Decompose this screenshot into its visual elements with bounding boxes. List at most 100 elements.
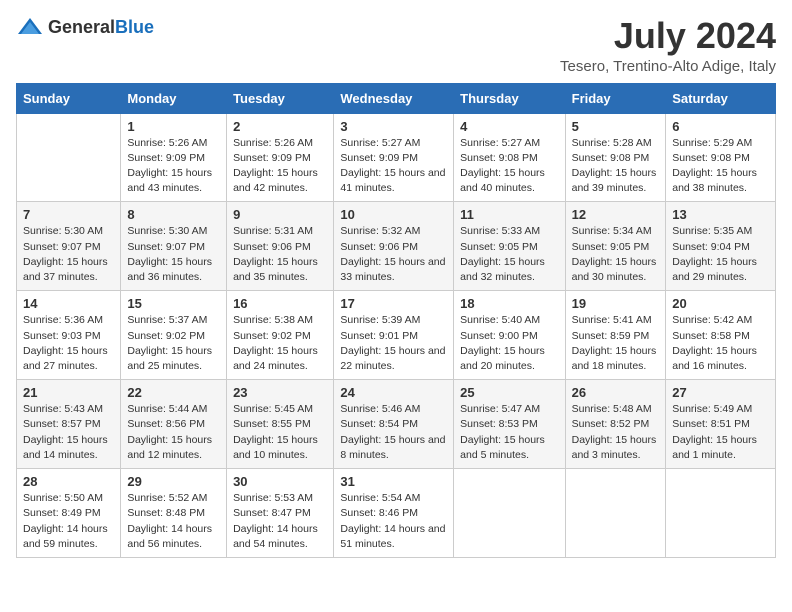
day-info: Sunrise: 5:29 AMSunset: 9:08 PMDaylight:… bbox=[672, 136, 769, 197]
day-info: Sunrise: 5:31 AMSunset: 9:06 PMDaylight:… bbox=[233, 224, 327, 285]
calendar-cell: 3 Sunrise: 5:27 AMSunset: 9:09 PMDaylight… bbox=[334, 113, 454, 202]
calendar-cell: 27Sunrise: 5:49 AMSunset: 8:51 PMDayligh… bbox=[666, 380, 776, 469]
calendar-cell: 5 Sunrise: 5:28 AMSunset: 9:08 PMDaylight… bbox=[565, 113, 666, 202]
day-info: Sunrise: 5:50 AMSunset: 8:49 PMDaylight:… bbox=[23, 491, 114, 552]
day-info: Sunrise: 5:37 AMSunset: 9:02 PMDaylight:… bbox=[127, 313, 220, 374]
day-info: Sunrise: 5:32 AMSunset: 9:06 PMDaylight:… bbox=[340, 224, 447, 285]
day-number: 30 bbox=[233, 474, 327, 489]
day-info: Sunrise: 5:26 AMSunset: 9:09 PMDaylight:… bbox=[127, 136, 220, 197]
calendar-cell: 17Sunrise: 5:39 AMSunset: 9:01 PMDayligh… bbox=[334, 291, 454, 380]
calendar-cell: 24 Sunrise: 5:46 AMSunset: 8:54 PMDayligh… bbox=[334, 380, 454, 469]
day-number: 4 bbox=[460, 119, 558, 134]
week-row-5: 28 Sunrise: 5:50 AMSunset: 8:49 PMDayligh… bbox=[17, 469, 776, 558]
day-number: 28 bbox=[23, 474, 114, 489]
calendar-cell: 10 Sunrise: 5:32 AMSunset: 9:06 PMDayligh… bbox=[334, 202, 454, 291]
calendar-cell: 20Sunrise: 5:42 AMSunset: 8:58 PMDayligh… bbox=[666, 291, 776, 380]
calendar-cell: 6 Sunrise: 5:29 AMSunset: 9:08 PMDaylight… bbox=[666, 113, 776, 202]
day-number: 3 bbox=[340, 119, 447, 134]
calendar-cell bbox=[666, 469, 776, 558]
calendar-cell bbox=[17, 113, 121, 202]
calendar-cell: 8 Sunrise: 5:30 AMSunset: 9:07 PMDaylight… bbox=[121, 202, 227, 291]
day-info: Sunrise: 5:30 AMSunset: 9:07 PMDaylight:… bbox=[127, 224, 220, 285]
calendar-cell: 23Sunrise: 5:45 AMSunset: 8:55 PMDayligh… bbox=[227, 380, 334, 469]
calendar-cell: 31 Sunrise: 5:54 AMSunset: 8:46 PMDayligh… bbox=[334, 469, 454, 558]
day-info: Sunrise: 5:46 AMSunset: 8:54 PMDaylight:… bbox=[340, 402, 447, 463]
week-row-1: 1 Sunrise: 5:26 AMSunset: 9:09 PMDaylight… bbox=[17, 113, 776, 202]
day-info: Sunrise: 5:40 AMSunset: 9:00 PMDaylight:… bbox=[460, 313, 558, 374]
header-monday: Monday bbox=[121, 83, 227, 113]
day-number: 2 bbox=[233, 119, 327, 134]
calendar-cell: 28 Sunrise: 5:50 AMSunset: 8:49 PMDayligh… bbox=[17, 469, 121, 558]
day-number: 24 bbox=[340, 385, 447, 400]
calendar-table: SundayMondayTuesdayWednesdayThursdayFrid… bbox=[16, 83, 776, 558]
day-number: 9 bbox=[233, 207, 327, 222]
day-info: Sunrise: 5:30 AMSunset: 9:07 PMDaylight:… bbox=[23, 224, 114, 285]
calendar-cell: 14 Sunrise: 5:36 AMSunset: 9:03 PMDayligh… bbox=[17, 291, 121, 380]
header-wednesday: Wednesday bbox=[334, 83, 454, 113]
day-info: Sunrise: 5:27 AMSunset: 9:09 PMDaylight:… bbox=[340, 136, 447, 197]
calendar-cell bbox=[454, 469, 565, 558]
day-number: 21 bbox=[23, 385, 114, 400]
day-number: 13 bbox=[672, 207, 769, 222]
calendar-cell: 11Sunrise: 5:33 AMSunset: 9:05 PMDayligh… bbox=[454, 202, 565, 291]
calendar-cell: 19 Sunrise: 5:41 AMSunset: 8:59 PMDayligh… bbox=[565, 291, 666, 380]
calendar-cell: 30 Sunrise: 5:53 AMSunset: 8:47 PMDayligh… bbox=[227, 469, 334, 558]
calendar-cell: 26 Sunrise: 5:48 AMSunset: 8:52 PMDayligh… bbox=[565, 380, 666, 469]
title-area: July 2024 Tesero, Trentino-Alto Adige, I… bbox=[560, 16, 776, 75]
day-info: Sunrise: 5:54 AMSunset: 8:46 PMDaylight:… bbox=[340, 491, 447, 552]
day-number: 15 bbox=[127, 296, 220, 311]
calendar-cell: 7Sunrise: 5:30 AMSunset: 9:07 PMDaylight… bbox=[17, 202, 121, 291]
logo-general: General bbox=[48, 17, 115, 37]
header-friday: Friday bbox=[565, 83, 666, 113]
calendar-cell: 16 Sunrise: 5:38 AMSunset: 9:02 PMDayligh… bbox=[227, 291, 334, 380]
day-info: Sunrise: 5:44 AMSunset: 8:56 PMDaylight:… bbox=[127, 402, 220, 463]
day-info: Sunrise: 5:38 AMSunset: 9:02 PMDaylight:… bbox=[233, 313, 327, 374]
logo: GeneralBlue bbox=[16, 16, 154, 38]
day-number: 1 bbox=[127, 119, 220, 134]
day-info: Sunrise: 5:43 AMSunset: 8:57 PMDaylight:… bbox=[23, 402, 114, 463]
day-info: Sunrise: 5:39 AMSunset: 9:01 PMDaylight:… bbox=[340, 313, 447, 374]
day-number: 8 bbox=[127, 207, 220, 222]
day-number: 11 bbox=[460, 207, 558, 222]
day-info: Sunrise: 5:28 AMSunset: 9:08 PMDaylight:… bbox=[572, 136, 660, 197]
calendar-title: July 2024 bbox=[560, 16, 776, 56]
day-number: 18 bbox=[460, 296, 558, 311]
header-saturday: Saturday bbox=[666, 83, 776, 113]
day-info: Sunrise: 5:48 AMSunset: 8:52 PMDaylight:… bbox=[572, 402, 660, 463]
day-number: 5 bbox=[572, 119, 660, 134]
day-info: Sunrise: 5:41 AMSunset: 8:59 PMDaylight:… bbox=[572, 313, 660, 374]
calendar-header-row: SundayMondayTuesdayWednesdayThursdayFrid… bbox=[17, 83, 776, 113]
calendar-cell: 1 Sunrise: 5:26 AMSunset: 9:09 PMDaylight… bbox=[121, 113, 227, 202]
day-number: 31 bbox=[340, 474, 447, 489]
week-row-2: 7Sunrise: 5:30 AMSunset: 9:07 PMDaylight… bbox=[17, 202, 776, 291]
calendar-cell: 4Sunrise: 5:27 AMSunset: 9:08 PMDaylight… bbox=[454, 113, 565, 202]
header-thursday: Thursday bbox=[454, 83, 565, 113]
day-number: 14 bbox=[23, 296, 114, 311]
week-row-3: 14 Sunrise: 5:36 AMSunset: 9:03 PMDayligh… bbox=[17, 291, 776, 380]
day-number: 10 bbox=[340, 207, 447, 222]
day-number: 16 bbox=[233, 296, 327, 311]
day-number: 6 bbox=[672, 119, 769, 134]
calendar-cell: 29Sunrise: 5:52 AMSunset: 8:48 PMDayligh… bbox=[121, 469, 227, 558]
day-number: 20 bbox=[672, 296, 769, 311]
day-number: 26 bbox=[572, 385, 660, 400]
calendar-cell bbox=[565, 469, 666, 558]
calendar-cell: 15 Sunrise: 5:37 AMSunset: 9:02 PMDayligh… bbox=[121, 291, 227, 380]
day-info: Sunrise: 5:35 AMSunset: 9:04 PMDaylight:… bbox=[672, 224, 769, 285]
calendar-cell: 25Sunrise: 5:47 AMSunset: 8:53 PMDayligh… bbox=[454, 380, 565, 469]
calendar-cell: 18 Sunrise: 5:40 AMSunset: 9:00 PMDayligh… bbox=[454, 291, 565, 380]
calendar-cell: 22 Sunrise: 5:44 AMSunset: 8:56 PMDayligh… bbox=[121, 380, 227, 469]
page-header: GeneralBlue July 2024 Tesero, Trentino-A… bbox=[16, 16, 776, 75]
header-sunday: Sunday bbox=[17, 83, 121, 113]
day-number: 19 bbox=[572, 296, 660, 311]
calendar-cell: 12Sunrise: 5:34 AMSunset: 9:05 PMDayligh… bbox=[565, 202, 666, 291]
day-info: Sunrise: 5:36 AMSunset: 9:03 PMDaylight:… bbox=[23, 313, 114, 374]
day-info: Sunrise: 5:26 AMSunset: 9:09 PMDaylight:… bbox=[233, 136, 327, 197]
day-info: Sunrise: 5:53 AMSunset: 8:47 PMDaylight:… bbox=[233, 491, 327, 552]
day-number: 22 bbox=[127, 385, 220, 400]
logo-blue: Blue bbox=[115, 17, 154, 37]
day-number: 29 bbox=[127, 474, 220, 489]
day-info: Sunrise: 5:45 AMSunset: 8:55 PMDaylight:… bbox=[233, 402, 327, 463]
day-number: 12 bbox=[572, 207, 660, 222]
calendar-cell: 9 Sunrise: 5:31 AMSunset: 9:06 PMDaylight… bbox=[227, 202, 334, 291]
